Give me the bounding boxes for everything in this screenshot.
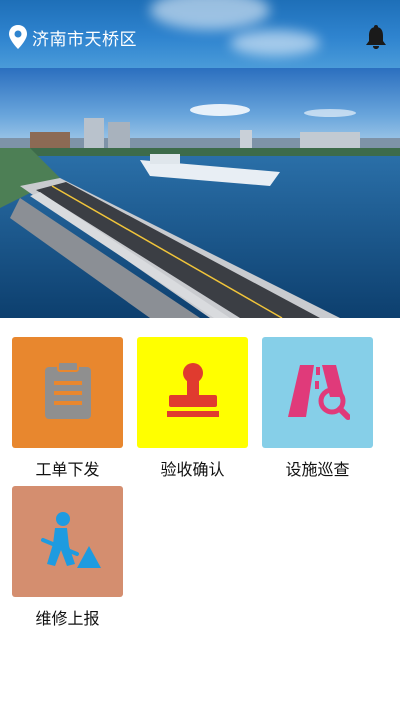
app-header: 济南市天桥区 — [0, 0, 400, 68]
menu-item-repair-report[interactable]: 维修上报 — [12, 486, 123, 629]
work-order-label: 工单下发 — [35, 460, 100, 479]
acceptance-tile[interactable] — [137, 337, 248, 448]
worker-shovel-icon — [35, 510, 101, 574]
menu-item-work-order[interactable]: 工单下发 — [12, 337, 123, 480]
clipboard-icon — [43, 360, 93, 425]
acceptance-label: 验收确认 — [160, 460, 225, 479]
location-selector[interactable]: 济南市天桥区 — [8, 24, 137, 50]
stamp-icon — [163, 361, 223, 425]
map-pin-icon — [8, 24, 28, 50]
repair-report-label: 维修上报 — [35, 609, 100, 628]
menu-item-acceptance[interactable]: 验收确认 — [137, 337, 248, 480]
menu-item-facility-inspection[interactable]: 设施巡查 — [262, 337, 373, 480]
facility-inspection-label: 设施巡查 — [285, 460, 350, 479]
facility-inspection-tile[interactable] — [262, 337, 373, 448]
road-search-icon — [286, 361, 351, 425]
repair-report-tile[interactable] — [12, 486, 123, 597]
location-text: 济南市天桥区 — [32, 29, 137, 50]
bell-icon — [364, 24, 388, 50]
work-order-tile[interactable] — [12, 337, 123, 448]
notification-button[interactable] — [364, 24, 388, 50]
banner-image — [0, 68, 400, 318]
